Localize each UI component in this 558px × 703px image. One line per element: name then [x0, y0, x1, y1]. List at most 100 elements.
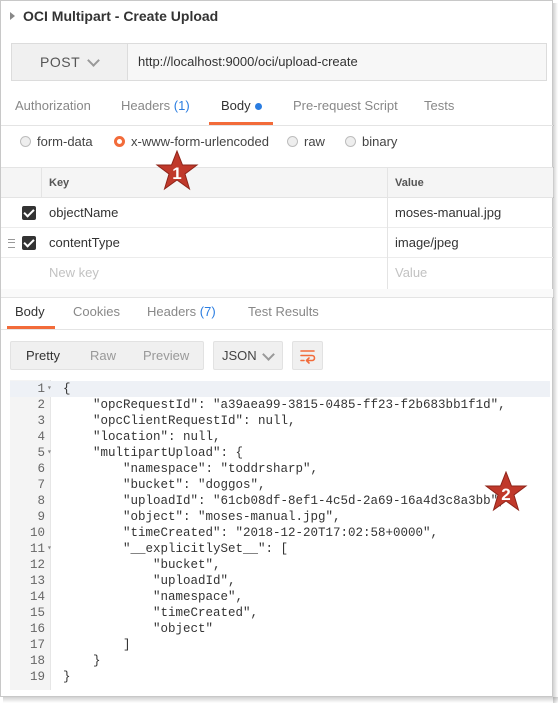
- format-dropdown[interactable]: JSON: [213, 341, 283, 370]
- radio-raw[interactable]: [287, 136, 298, 147]
- window-shadow: [553, 3, 558, 703]
- body-mode-selector: form-data x-www-form-urlencoded raw bina…: [1, 131, 554, 155]
- chevron-down-icon: [262, 348, 275, 361]
- code-text: "bucket": "doggos",: [63, 478, 266, 492]
- code-text: "bucket",: [63, 558, 221, 572]
- table-row: contentType image/jpeg: [1, 228, 554, 258]
- postman-window: OCI Multipart - Create Upload POST http:…: [0, 0, 554, 697]
- request-title: OCI Multipart - Create Upload: [23, 8, 219, 24]
- line-number: 16: [29, 622, 45, 636]
- tab-authorization[interactable]: Authorization: [15, 98, 91, 113]
- tab-tests[interactable]: Tests: [424, 98, 454, 113]
- code-text: "timeCreated",: [63, 606, 259, 620]
- table-row-new: New key Value: [1, 258, 554, 288]
- row-enabled-checkbox[interactable]: [22, 206, 36, 220]
- title-row: OCI Multipart - Create Upload: [1, 1, 554, 33]
- fold-toggle-icon[interactable]: ▾: [47, 445, 52, 461]
- collapse-caret-icon[interactable]: [10, 12, 15, 20]
- code-line: 5 ▾ "multipartUpload": {: [10, 445, 550, 461]
- radio-x-www-form-urlencoded[interactable]: [114, 136, 125, 147]
- params-table: Key Value objectName moses-manual.jpg co…: [1, 167, 554, 289]
- fold-toggle-icon[interactable]: ▾: [47, 541, 52, 557]
- request-tabs: Authorization Headers (1) Body Pre-reque…: [1, 93, 554, 126]
- code-text: "multipartUpload": {: [63, 446, 244, 460]
- tab-test-results[interactable]: Test Results: [248, 304, 319, 319]
- code-text: "namespace",: [63, 590, 244, 604]
- radio-binary[interactable]: [345, 136, 356, 147]
- window-shadow: [3, 697, 558, 703]
- param-value[interactable]: moses-manual.jpg: [395, 205, 501, 220]
- code-line: 16 "object": [10, 621, 550, 637]
- radio-form-data[interactable]: [20, 136, 31, 147]
- line-number: 7: [37, 478, 45, 492]
- tab-pre-request-script[interactable]: Pre-request Script: [293, 98, 398, 113]
- callout-label: 2: [501, 485, 510, 504]
- line-number: 5: [37, 446, 45, 460]
- line-number: 4: [37, 430, 45, 444]
- code-text: "opcClientRequestId": null,: [63, 414, 296, 428]
- code-line: 11 ▾ "__explicitlySet__": [: [10, 541, 550, 557]
- code-text: }: [63, 654, 101, 668]
- param-value[interactable]: image/jpeg: [395, 235, 459, 250]
- code-text: {: [63, 382, 71, 396]
- tab-body-label: Body: [221, 98, 251, 113]
- tab-cookies[interactable]: Cookies: [73, 304, 120, 319]
- tab-headers-label: Headers: [121, 98, 171, 113]
- callout-badge-2: 2: [484, 471, 528, 512]
- line-number: 2: [37, 398, 45, 412]
- method-dropdown[interactable]: POST: [12, 44, 128, 80]
- key-column-header: Key: [49, 177, 70, 189]
- column-divider: [387, 167, 388, 289]
- line-number: 1: [37, 382, 45, 396]
- param-key[interactable]: objectName: [49, 205, 118, 220]
- code-line: 15 "timeCreated",: [10, 605, 550, 621]
- line-number: 17: [29, 638, 45, 652]
- code-line: 8 "uploadId": "61cb08df-8ef1-4c5d-2a69-1…: [10, 493, 550, 509]
- line-number: 10: [29, 526, 45, 540]
- radio-binary-label: binary: [362, 134, 398, 149]
- active-tab-indicator: [7, 326, 55, 329]
- response-body-editor[interactable]: 1 ▾{2 "opcRequestId": "a39aea99-3815-0485…: [10, 380, 550, 694]
- code-text: "opcRequestId": "a39aea99-3815-0485-ff23…: [63, 398, 506, 412]
- column-divider: [41, 167, 42, 198]
- tab-response-body[interactable]: Body: [15, 304, 45, 319]
- param-key[interactable]: contentType: [49, 235, 120, 250]
- url-input[interactable]: http://localhost:9000/oci/upload-create: [138, 54, 358, 69]
- fold-toggle-icon[interactable]: ▾: [47, 381, 52, 397]
- body-modified-dot-icon: [254, 103, 262, 111]
- response-tabs: Body Cookies Headers (7) Test Results: [1, 299, 554, 330]
- wrap-lines-button[interactable]: [292, 341, 323, 370]
- code-line: 19}: [10, 669, 550, 685]
- format-label: JSON: [222, 348, 257, 363]
- code-text: "timeCreated": "2018-12-20T17:02:58+0000…: [63, 526, 439, 540]
- code-text: "location": null,: [63, 430, 221, 444]
- radio-urlencoded-label: x-www-form-urlencoded: [131, 134, 269, 149]
- line-number: 3: [37, 414, 45, 428]
- row-enabled-checkbox[interactable]: [22, 236, 36, 250]
- line-number: 18: [29, 654, 45, 668]
- tab-response-headers[interactable]: Headers (7): [147, 304, 216, 319]
- line-number: 11: [29, 542, 45, 556]
- tab-headers[interactable]: Headers (1): [121, 98, 190, 113]
- code-line: 6 "namespace": "toddrsharp",: [10, 461, 550, 477]
- wrap-lines-icon: [300, 350, 316, 364]
- tab-body[interactable]: Body: [221, 98, 262, 113]
- radio-raw-label: raw: [304, 134, 325, 149]
- code-text: }: [63, 670, 71, 684]
- code-line: 13 "uploadId",: [10, 573, 550, 589]
- view-pretty-button[interactable]: Pretty: [26, 348, 60, 363]
- method-label: POST: [40, 54, 81, 70]
- callout-badge-1: 1: [155, 150, 199, 191]
- line-number: 19: [29, 670, 45, 684]
- code-text: "object": "moses-manual.jpg",: [63, 510, 341, 524]
- line-number: 9: [37, 510, 45, 524]
- view-preview-button[interactable]: Preview: [143, 348, 189, 363]
- new-key-input[interactable]: New key: [49, 265, 99, 280]
- drag-handle-icon[interactable]: [8, 239, 15, 248]
- response-headers-count-badge: (7): [199, 304, 216, 319]
- code-line: 12 "bucket",: [10, 557, 550, 573]
- tab-response-headers-label: Headers: [147, 304, 197, 319]
- code-text: "object": [63, 622, 214, 636]
- new-value-input[interactable]: Value: [395, 265, 427, 280]
- view-raw-button[interactable]: Raw: [90, 348, 116, 363]
